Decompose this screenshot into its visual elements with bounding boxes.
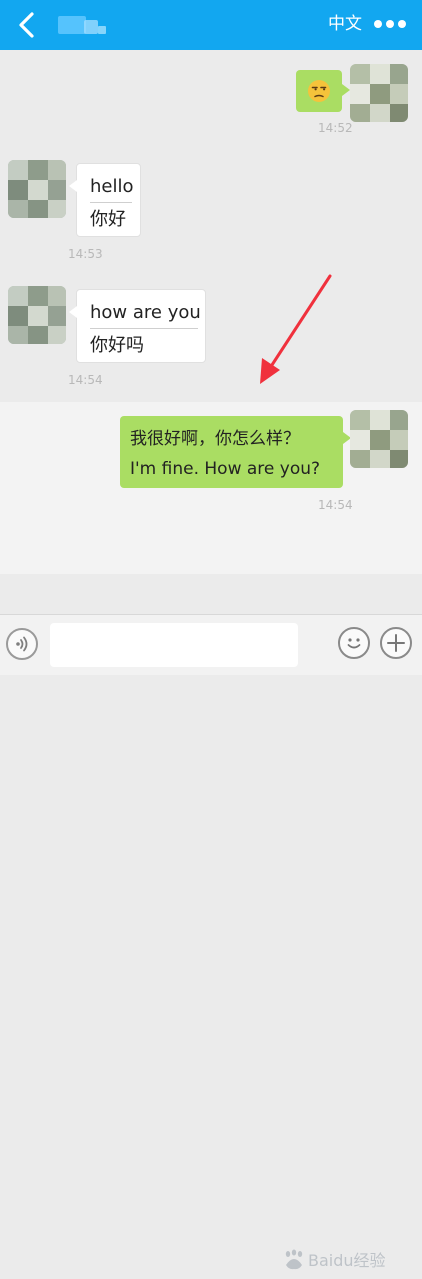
message-text-input[interactable] — [50, 623, 298, 667]
add-attachment-button[interactable] — [380, 627, 412, 659]
plus-icon — [387, 634, 405, 652]
voice-input-button[interactable] — [6, 628, 38, 660]
more-options-button[interactable] — [372, 14, 408, 34]
message-translation-text: 你好吗 — [90, 335, 144, 356]
avatar-self[interactable] — [350, 64, 408, 122]
message-timestamp: 14:52 — [318, 121, 353, 135]
back-button[interactable] — [12, 8, 44, 42]
message-timestamp: 14:53 — [68, 247, 103, 261]
contact-name-blurred — [58, 16, 110, 34]
chevron-left-icon — [19, 12, 34, 38]
translation-divider — [90, 328, 198, 329]
avatar-contact[interactable] — [8, 160, 66, 218]
unamused-face-emoji — [308, 80, 330, 102]
message-original-text: how are you — [90, 302, 201, 323]
watermark-text: Baidu经验 — [308, 1251, 386, 1270]
language-toggle-button[interactable]: 中文 — [328, 12, 362, 36]
translation-divider — [90, 202, 132, 203]
message-original-text: hello — [90, 176, 134, 197]
baidu-watermark: Baidu经验 — [285, 1235, 386, 1279]
avatar-contact[interactable] — [8, 286, 66, 344]
message-bubble-received[interactable]: how are you 你好吗 — [69, 289, 206, 363]
message-timestamp: 14:54 — [68, 373, 103, 387]
top-bar: 中文 — [0, 0, 422, 50]
message-bubble-self-emoji[interactable] — [296, 70, 350, 112]
message-original-text: 我很好啊，你怎么样？ — [130, 429, 300, 449]
annotation-arrow-icon — [260, 274, 332, 384]
voice-icon — [16, 636, 28, 652]
message-bubble-self[interactable]: 我很好啊，你怎么样？ I'm fine. How are you? — [120, 416, 351, 488]
message-timestamp: 14:54 — [318, 498, 353, 512]
message-translation-text: I'm fine. How are you? — [130, 459, 321, 479]
emoji-button[interactable] — [338, 627, 370, 659]
message-input-bar: Baidu经验 — [0, 614, 422, 1270]
emoji-icon — [347, 638, 361, 649]
message-bubble-received[interactable]: hello 你好 — [69, 163, 141, 237]
chat-message-list[interactable]: 14:52 hello 你好 14:53 how are you 你好吗 14:… — [0, 50, 422, 614]
avatar-self[interactable] — [350, 410, 408, 468]
message-translation-text: 你好 — [90, 209, 126, 230]
